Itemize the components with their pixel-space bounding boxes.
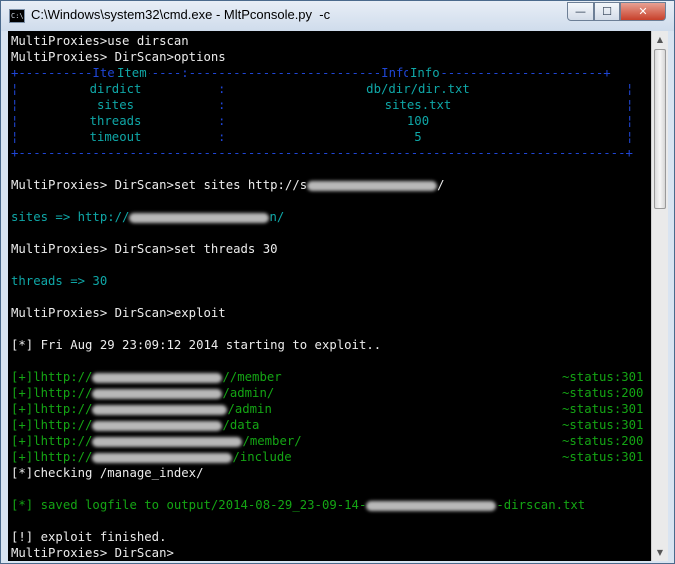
set-sites-suffix: / (437, 178, 445, 192)
table-border-left: ¦ (11, 82, 19, 96)
redacted-hostname (307, 180, 438, 191)
window-title: C:\Windows\system32\cmd.exe - MltPconsol… (31, 7, 331, 22)
option-item: sites (96, 98, 135, 112)
result-status: ~status:301 (562, 402, 644, 416)
cmd-icon[interactable]: C:\ (9, 9, 25, 23)
set-sites-command: MultiProxies> DirScan>set sites http://s (11, 178, 308, 192)
option-item: dirdict (89, 82, 142, 96)
redacted-hostname (92, 452, 233, 463)
option-info: sites.txt (384, 98, 452, 112)
scan-result-row: [+]lhttp:// /admin/ (11, 385, 274, 401)
vertical-scrollbar[interactable]: ▲ ▼ (651, 31, 668, 561)
result-path: /include (232, 450, 292, 464)
maximize-button[interactable]: ☐ (594, 2, 620, 21)
cmd-window: C:\ C:\Windows\system32\cmd.exe - MltPco… (0, 0, 675, 564)
redacted-hostname (129, 212, 270, 223)
table-border-left: ¦ (11, 130, 19, 144)
scan-result-row: [+]lhttp:// /data (11, 417, 259, 433)
sites-response-suffix: n/ (269, 210, 285, 224)
scrollbar-thumb[interactable] (654, 49, 666, 209)
redacted-hostname (92, 388, 223, 399)
saved-logfile-suffix: -dirscan.txt (496, 498, 586, 512)
saved-logfile-text: [*] saved logfile to output/2014-08-29_2… (11, 498, 367, 512)
result-url-prefix: [+]lhttp:// (11, 450, 93, 464)
console-line-saved: [*] saved logfile to output/2014-08-29_2… (11, 497, 585, 513)
result-url-prefix: [+]lhttp:// (11, 370, 93, 384)
options-header-info: Info (408, 65, 442, 81)
options-header-item: Item (115, 65, 149, 81)
result-status: ~status:200 (562, 434, 644, 448)
table-border-right: ¦ (626, 98, 634, 112)
console-line-threads-response: threads => 30 (11, 274, 108, 288)
option-item: timeout (89, 130, 142, 144)
redacted-hostname (92, 404, 228, 415)
scan-result-row: [+]lhttp:// //member (11, 369, 282, 385)
table-border-right: ¦ (626, 82, 634, 96)
table-border-left: ¦ (11, 98, 19, 112)
result-path: /member/ (242, 434, 302, 448)
console-line-set-sites: MultiProxies> DirScan>set sites http://s… (11, 177, 445, 193)
console-line-finished: [!] exploit finished. (11, 530, 167, 544)
table-column-separator: : (218, 98, 226, 112)
table-border-left: ¦ (11, 114, 19, 128)
redacted-hostname (92, 436, 243, 447)
option-info: 100 (406, 114, 430, 128)
scroll-up-arrow-icon[interactable]: ▲ (652, 31, 668, 48)
minimize-button[interactable]: — (567, 2, 594, 21)
result-path: /admin (227, 402, 272, 416)
result-status: ~status:301 (562, 370, 644, 384)
result-url-prefix: [+]lhttp:// (11, 386, 93, 400)
option-info: 5 (414, 130, 422, 144)
console-prompt[interactable]: MultiProxies> DirScan> (11, 545, 174, 561)
redacted-hostname (366, 500, 497, 511)
result-path: //member (222, 370, 282, 384)
result-url-prefix: [+]lhttp:// (11, 418, 93, 432)
result-url-prefix: [+]lhttp:// (11, 402, 93, 416)
title-bar[interactable]: C:\ C:\Windows\system32\cmd.exe - MltPco… (1, 1, 674, 31)
result-url-prefix: [+]lhttp:// (11, 434, 93, 448)
options-table-bottom-border: +---------------------------------------… (11, 146, 633, 160)
console-line-use: MultiProxies>use dirscan (11, 34, 189, 48)
console-line-options: MultiProxies> DirScan>options (11, 50, 226, 64)
redacted-hostname (92, 372, 223, 383)
result-status: ~status:301 (562, 450, 644, 464)
redacted-hostname (92, 420, 223, 431)
options-table-top-border: +----------Item--------:----------------… (11, 66, 611, 80)
scroll-down-arrow-icon[interactable]: ▼ (652, 544, 668, 561)
result-path: /data (222, 418, 260, 432)
option-item: threads (89, 114, 142, 128)
result-path: /admin/ (222, 386, 275, 400)
console-line-set-threads: MultiProxies> DirScan>set threads 30 (11, 242, 278, 256)
console-line-checking: [*]checking /manage_index/ (11, 466, 204, 480)
table-border-right: ¦ (626, 114, 634, 128)
scan-result-row: [+]lhttp:// /include (11, 449, 292, 465)
scan-result-row: [+]lhttp:// /admin (11, 401, 272, 417)
close-button[interactable]: ✕ (620, 2, 666, 21)
sites-response-text: sites => http:// (11, 210, 130, 224)
table-border-right: ¦ (626, 130, 634, 144)
scan-result-row: [+]lhttp:// /member/ (11, 433, 302, 449)
result-status: ~status:301 (562, 418, 644, 432)
console-line-start: [*] Fri Aug 29 23:09:12 2014 starting to… (11, 338, 382, 352)
console-line-sites-response: sites => http:// n/ (11, 209, 284, 225)
result-status: ~status:200 (562, 386, 644, 400)
table-column-separator: : (218, 130, 226, 144)
table-column-separator: : (218, 82, 226, 96)
option-info: db/dir/dir.txt (366, 82, 470, 96)
table-column-separator: : (218, 114, 226, 128)
console-output[interactable]: MultiProxies>use dirscan MultiProxies> D… (8, 31, 651, 561)
console-line-exploit: MultiProxies> DirScan>exploit (11, 306, 226, 320)
